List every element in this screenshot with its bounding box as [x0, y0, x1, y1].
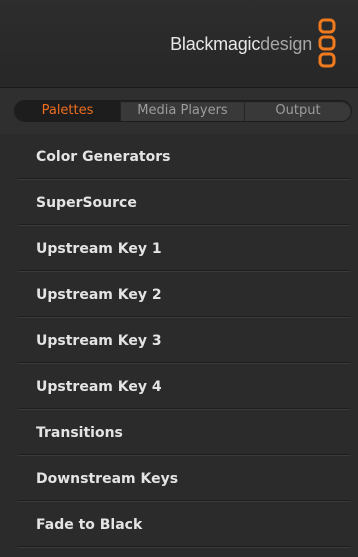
palette-item-label: Upstream Key 3 [36, 333, 162, 349]
brand-wordmark: Blackmagicdesign [170, 34, 312, 54]
palette-item-transitions[interactable]: Transitions [0, 410, 358, 456]
tab-palettes[interactable]: Palettes [15, 101, 121, 121]
palette-item-label: Fade to Black [36, 517, 143, 533]
palette-item-upstream-key-4[interactable]: Upstream Key 4 [0, 364, 358, 410]
palette-item-upstream-key-3[interactable]: Upstream Key 3 [0, 318, 358, 364]
palette-item-supersource[interactable]: SuperSource [0, 180, 358, 226]
palettes-panel: Blackmagicdesign Palettes Media Players … [0, 0, 358, 557]
palette-item-label: Upstream Key 1 [36, 241, 162, 257]
blackmagic-logo-icon [318, 18, 336, 68]
palette-list: Color Generators SuperSource Upstream Ke… [0, 134, 358, 548]
header: Blackmagicdesign [0, 0, 358, 88]
divider [18, 546, 350, 548]
palette-item-label: Downstream Keys [36, 471, 179, 487]
tab-media-players[interactable]: Media Players [121, 101, 245, 121]
palette-item-downstream-keys[interactable]: Downstream Keys [0, 456, 358, 502]
tab-output[interactable]: Output [245, 101, 351, 121]
palette-item-label: SuperSource [36, 195, 137, 211]
palette-item-label: Color Generators [36, 149, 171, 165]
palette-item-label: Upstream Key 2 [36, 287, 162, 303]
brand-name-secondary: design [260, 34, 312, 54]
palette-item-label: Upstream Key 4 [36, 379, 162, 395]
palette-item-upstream-key-2[interactable]: Upstream Key 2 [0, 272, 358, 318]
tab-bar: Palettes Media Players Output [14, 100, 352, 122]
tab-bar-container: Palettes Media Players Output [0, 88, 358, 134]
palette-item-fade-to-black[interactable]: Fade to Black [0, 502, 358, 548]
brand-name-primary: Blackmagic [170, 34, 261, 54]
palette-item-label: Transitions [36, 425, 123, 441]
palette-item-color-generators[interactable]: Color Generators [0, 134, 358, 180]
palette-item-upstream-key-1[interactable]: Upstream Key 1 [0, 226, 358, 272]
